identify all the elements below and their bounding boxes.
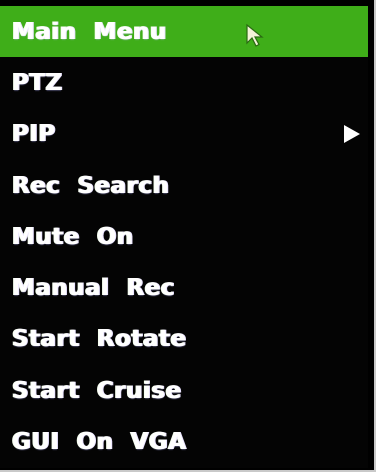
menu-item-label: Main Menu: [12, 18, 167, 45]
menu-item-ptz[interactable]: PTZ: [0, 57, 368, 108]
menu-item-label: GUI On VGA: [12, 429, 187, 456]
submenu-arrow-icon: [344, 125, 360, 144]
menu-item-pip[interactable]: PIP: [0, 109, 368, 160]
menu-item-label: PTZ: [12, 69, 63, 96]
menu-item-start-rotate[interactable]: Start Rotate: [0, 314, 368, 365]
menu-item-manual-rec[interactable]: Manual Rec: [0, 262, 368, 313]
menu-item-label: Start Cruise: [12, 377, 182, 404]
menu-item-label: PIP: [12, 121, 56, 148]
menu-item-label: Rec Search: [12, 172, 170, 199]
menu-item-main-menu[interactable]: Main Menu: [0, 6, 368, 58]
osd-menu-window: Main Menu PTZ PIP Rec Search Mute On Man…: [0, 0, 376, 472]
menu-item-label: Manual Rec: [12, 275, 176, 302]
main-menu: Main Menu PTZ PIP Rec Search Mute On Man…: [0, 6, 368, 468]
menu-item-label: Start Rotate: [12, 326, 187, 353]
menu-item-mute-on[interactable]: Mute On: [0, 211, 368, 262]
menu-item-rec-search[interactable]: Rec Search: [0, 160, 368, 211]
menu-item-start-cruise[interactable]: Start Cruise: [0, 365, 368, 416]
mouse-pointer-icon: [246, 23, 264, 47]
menu-item-label: Mute On: [12, 223, 134, 250]
menu-item-gui-on-vga[interactable]: GUI On VGA: [0, 416, 368, 467]
